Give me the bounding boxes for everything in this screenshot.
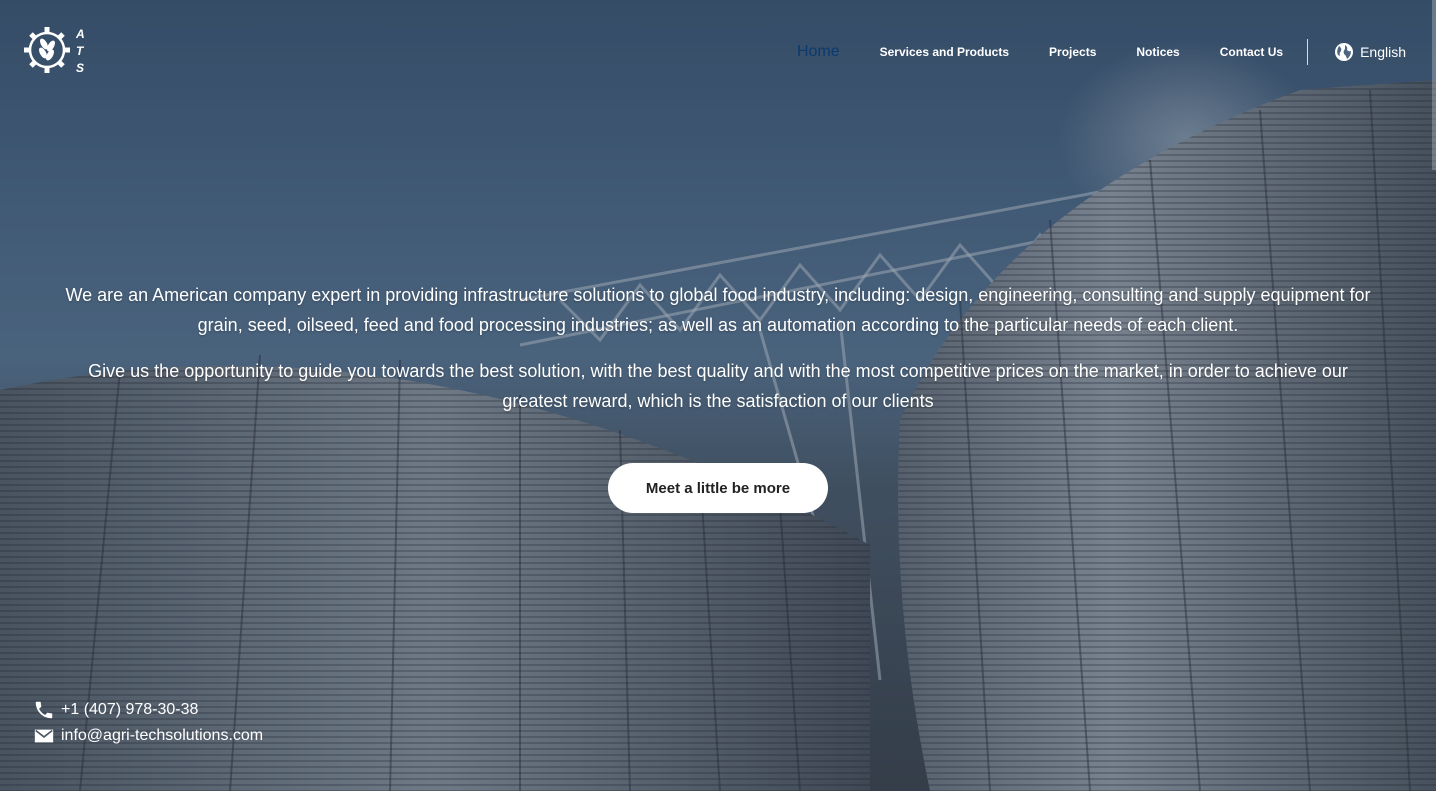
hero-text: We are an American company expert in pro… bbox=[60, 280, 1376, 432]
nav-home[interactable]: Home bbox=[797, 43, 840, 61]
phone-row[interactable]: +1 (407) 978-30-38 bbox=[33, 697, 263, 723]
nav-divider bbox=[1307, 39, 1309, 65]
mail-icon bbox=[34, 729, 54, 743]
company-logo[interactable]: ATS bbox=[22, 24, 88, 78]
nav-contact-us[interactable]: Contact Us bbox=[1220, 45, 1283, 59]
phone-number: +1 (407) 978-30-38 bbox=[61, 701, 199, 718]
phone-icon bbox=[35, 701, 53, 719]
main-nav: Home Services and Products Projects Noti… bbox=[797, 32, 1406, 72]
globe-icon bbox=[1335, 43, 1354, 61]
language-selector[interactable]: English bbox=[1334, 42, 1406, 62]
nav-services-and-products[interactable]: Services and Products bbox=[880, 45, 1009, 59]
hero-paragraph-1: We are an American company expert in pro… bbox=[65, 285, 1371, 335]
hero-paragraph-2: Give us the opportunity to guide you tow… bbox=[88, 361, 1348, 411]
nav-projects[interactable]: Projects bbox=[1049, 45, 1096, 59]
logo-letters: ATS bbox=[76, 27, 85, 75]
contact-info: +1 (407) 978-30-38 info@agri-techsolutio… bbox=[33, 697, 263, 749]
nav-notices[interactable]: Notices bbox=[1136, 45, 1179, 59]
meet-more-button[interactable]: Meet a little be more bbox=[608, 463, 828, 513]
scrollbar[interactable] bbox=[1432, 0, 1436, 170]
email-row[interactable]: info@agri-techsolutions.com bbox=[33, 723, 263, 749]
email-address: info@agri-techsolutions.com bbox=[61, 727, 264, 744]
language-label: English bbox=[1360, 44, 1406, 60]
